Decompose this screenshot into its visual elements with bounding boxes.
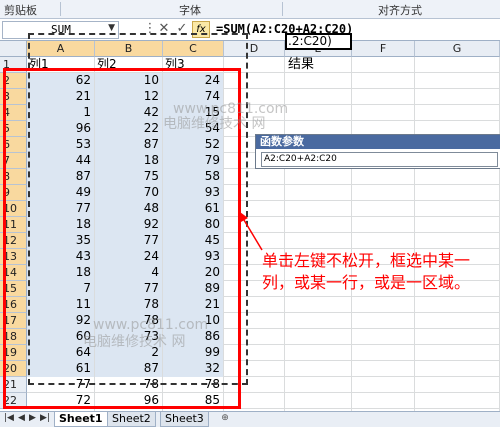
watermark-text: 电脑维修技术 网 [83,334,186,350]
ribbon-group-labels: 剪贴板 字体 对齐方式 [0,0,500,19]
tab-sheet3[interactable]: Sheet3 [160,412,209,427]
result-label-cell[interactable]: 结果 [288,57,352,73]
gridline [351,57,352,411]
prev-sheet-icon[interactable]: ◀ [18,413,25,423]
first-sheet-icon[interactable]: |◀ [4,413,14,423]
ribbon-separator [60,2,61,16]
insert-sheet-icon[interactable]: ⊕ [218,413,232,425]
tab-sheet2[interactable]: Sheet2 [107,412,156,427]
chevron-down-icon[interactable]: ▼ [108,23,115,33]
last-sheet-icon[interactable]: ▶| [40,413,50,423]
function-arguments-dialog[interactable]: 函数参数 A2:C20+A2:C20 [255,134,500,169]
ribbon-group-font: 字体 [179,4,201,17]
select-all-corner[interactable] [0,41,27,57]
column-header-f[interactable]: F [352,41,415,57]
next-sheet-icon[interactable]: ▶ [29,413,36,423]
column-header-g[interactable]: G [415,41,500,57]
function-arguments-title: 函数参数 [256,135,500,149]
ribbon-group-clipboard: 剪贴板 [4,4,37,17]
active-cell-e2[interactable]: .2:C20) [285,33,352,50]
annotation-text: 单击左键不松开，框选中某一列，或某一行，或是一区域。 [262,251,471,292]
function-arguments-input[interactable]: A2:C20+A2:C20 [261,152,498,167]
sheet-tab-bar: |◀ ◀ ▶ ▶| Sheet1 Sheet2 Sheet3 ⊕ [0,411,500,427]
ribbon-group-alignment: 对齐方式 [378,4,422,17]
ribbon-separator [282,2,283,16]
gridline [414,57,415,411]
watermark-text: 电脑维修技术 网 [163,116,266,132]
tab-sheet1[interactable]: Sheet1 [54,412,108,427]
